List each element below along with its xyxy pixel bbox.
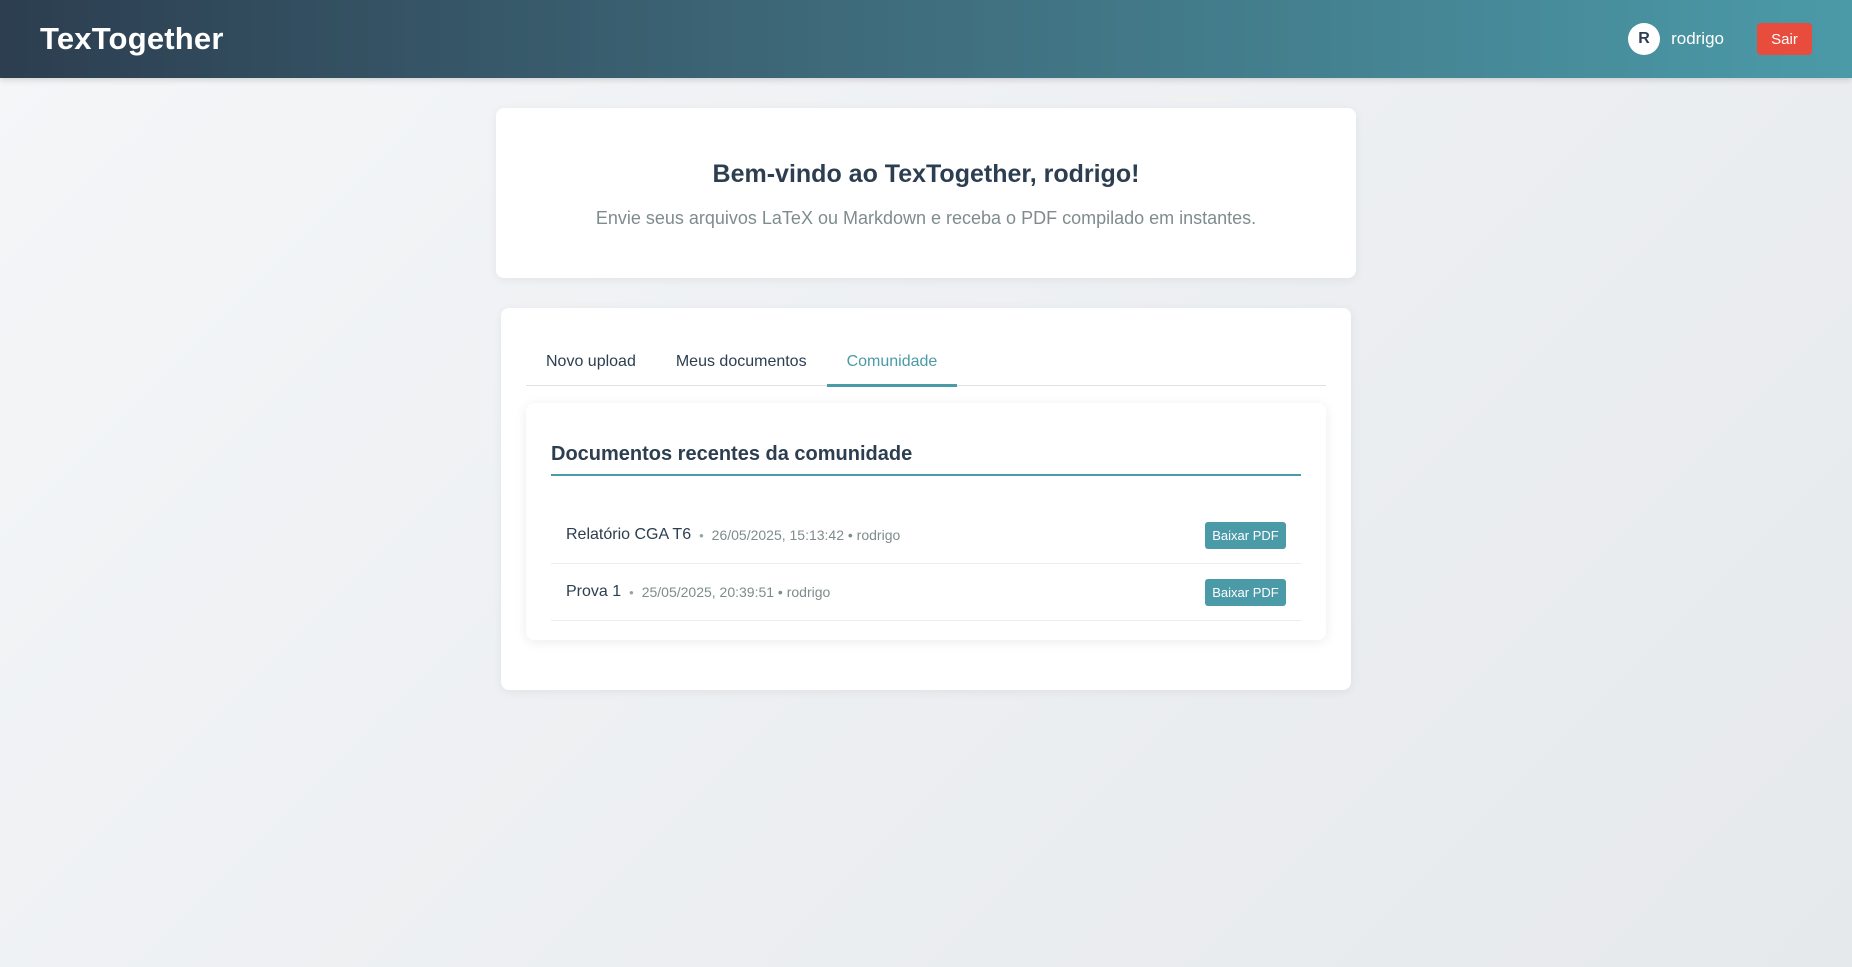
tab-novo-upload[interactable]: Novo upload: [526, 338, 656, 386]
tab-meus-documentos[interactable]: Meus documentos: [656, 338, 827, 386]
bullet-separator: •: [629, 584, 634, 600]
user-area: R rodrigo Sair: [1628, 23, 1812, 55]
app-title[interactable]: TexTogether: [40, 21, 224, 57]
list-item: Relatório CGA T6 • 26/05/2025, 15:13:42 …: [551, 507, 1301, 564]
download-pdf-button[interactable]: Baixar PDF: [1205, 521, 1286, 549]
document-meta: 26/05/2025, 15:13:42 • rodrigo: [711, 527, 901, 543]
document-title: Relatório CGA T6: [566, 526, 692, 543]
community-panel: Documentos recentes da comunidade Relató…: [526, 403, 1326, 640]
download-pdf-button[interactable]: Baixar PDF: [1205, 578, 1286, 606]
tab-comunidade[interactable]: Comunidade: [826, 338, 958, 387]
document-list: Relatório CGA T6 • 26/05/2025, 15:13:42 …: [551, 507, 1301, 621]
main-card: Novo upload Meus documentos Comunidade D…: [501, 308, 1351, 690]
username-label: rodrigo: [1671, 29, 1724, 48]
document-title: Prova 1: [566, 583, 622, 600]
logout-button[interactable]: Sair: [1757, 23, 1812, 55]
welcome-title: Bem-vindo ao TexTogether, rodrigo!: [712, 160, 1140, 188]
avatar[interactable]: R: [1628, 23, 1661, 55]
document-meta: 25/05/2025, 20:39:51 • rodrigo: [641, 584, 831, 600]
tab-bar: Novo upload Meus documentos Comunidade: [526, 338, 1326, 387]
section-title: Documentos recentes da comunidade: [551, 443, 1301, 476]
top-navbar: TexTogether R rodrigo Sair: [0, 0, 1852, 78]
bullet-separator: •: [699, 527, 704, 543]
list-item: Prova 1 • 25/05/2025, 20:39:51 • rodrigo…: [551, 564, 1301, 621]
welcome-card: Bem-vindo ao TexTogether, rodrigo! Envie…: [496, 108, 1356, 278]
document-info: Prova 1 • 25/05/2025, 20:39:51 • rodrigo: [566, 583, 830, 601]
document-info: Relatório CGA T6 • 26/05/2025, 15:13:42 …: [566, 526, 900, 544]
welcome-subtitle: Envie seus arquivos LaTeX ou Markdown e …: [595, 208, 1257, 228]
